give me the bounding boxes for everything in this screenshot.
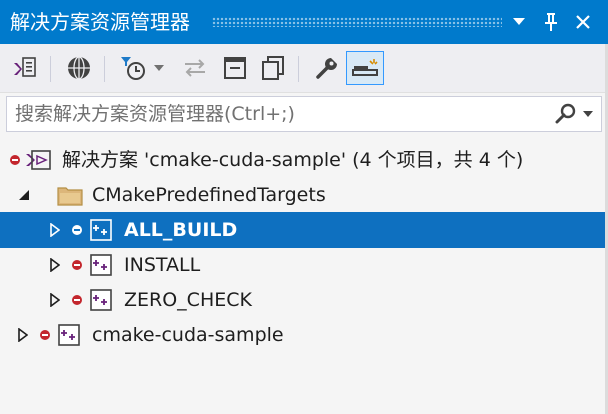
error-badge-icon: [10, 155, 20, 165]
close-icon: [576, 15, 590, 29]
cpp-project-icon: [88, 217, 114, 243]
collapsed-arrow-icon[interactable]: [16, 327, 30, 343]
tree-item-label: CMakePredefinedTargets: [92, 184, 326, 206]
tree-item-label: ZERO_CHECK: [124, 289, 252, 311]
close-button[interactable]: [570, 8, 596, 36]
chevron-down-icon: [583, 111, 593, 117]
tree-item-zero-check[interactable]: ZERO_CHECK: [0, 282, 608, 318]
panel-title: 解决方案资源管理器: [10, 10, 190, 34]
preview-selected-items-button[interactable]: [346, 51, 384, 85]
expanded-arrow-icon[interactable]: [16, 187, 32, 203]
tree-item-label: ALL_BUILD: [124, 219, 238, 241]
globe-button[interactable]: [62, 51, 96, 85]
tree-item-install[interactable]: INSTALL: [0, 247, 608, 283]
search-icon: [555, 103, 576, 124]
tree-item-label: cmake-cuda-sample: [92, 324, 284, 346]
switch-views-button[interactable]: [8, 51, 42, 85]
tree-item-folder[interactable]: CMakePredefinedTargets: [0, 177, 608, 213]
drag-grip[interactable]: [212, 17, 502, 27]
tree-item-all-build[interactable]: ALL_BUILD: [0, 212, 608, 248]
toolbar-separator: [298, 56, 299, 82]
pin-icon: [545, 13, 557, 31]
search-options-dropdown[interactable]: [581, 109, 595, 119]
show-all-files-icon: [262, 56, 284, 80]
solution-explorer-panel: 解决方案资源管理器 搜索解决方案资源管理器(Ctrl+;) 解决方案 'cmak…: [0, 0, 608, 414]
cpp-project-icon: [56, 322, 82, 348]
collapse-all-icon: [224, 57, 246, 79]
cpp-project-icon: [88, 287, 114, 313]
properties-button[interactable]: [310, 51, 344, 85]
properties-wrench-icon: [316, 58, 337, 79]
globe-icon: [68, 56, 90, 80]
window-position-dropdown-button[interactable]: [506, 8, 532, 36]
toolbar: [0, 44, 608, 93]
folder-icon: [56, 183, 84, 207]
collapsed-arrow-icon[interactable]: [48, 292, 62, 308]
tree-item-label: INSTALL: [124, 254, 201, 276]
cpp-project-icon: [88, 252, 114, 278]
tree-item-cmake-cuda-sample[interactable]: cmake-cuda-sample: [0, 317, 608, 353]
sync-with-active-document-icon: [185, 59, 205, 77]
tree-item-label: 解决方案 'cmake-cuda-sample' (4 个项目，共 4 个): [62, 149, 524, 171]
toolbar-separator: [104, 56, 105, 82]
search-box: [6, 96, 602, 132]
filter-dropdown-button[interactable]: [150, 51, 168, 85]
switch-views-icon: [14, 57, 36, 77]
title-bar: 解决方案资源管理器: [0, 0, 608, 44]
sync-with-active-document-button[interactable]: [178, 51, 212, 85]
collapsed-arrow-icon[interactable]: [48, 222, 62, 238]
pending-changes-filter-icon: [121, 57, 145, 80]
error-badge-icon: [72, 225, 82, 235]
collapse-all-button[interactable]: [218, 51, 252, 85]
dropdown-arrow-icon: [154, 65, 164, 71]
toolbar-separator: [50, 56, 51, 82]
preview-selected-items-icon: [352, 59, 378, 76]
search-button[interactable]: [553, 101, 579, 127]
show-all-files-button[interactable]: [256, 51, 290, 85]
collapsed-arrow-icon[interactable]: [48, 257, 62, 273]
pin-button[interactable]: [538, 8, 564, 36]
tree-item-solution[interactable]: 解决方案 'cmake-cuda-sample' (4 个项目，共 4 个): [0, 142, 608, 178]
error-badge-icon: [72, 295, 82, 305]
pending-changes-filter-button[interactable]: [116, 51, 150, 85]
error-badge-icon: [72, 260, 82, 270]
chevron-down-icon: [513, 18, 525, 25]
solution-icon: [24, 146, 52, 174]
error-badge-icon: [40, 330, 50, 340]
search-input[interactable]: [7, 97, 543, 131]
